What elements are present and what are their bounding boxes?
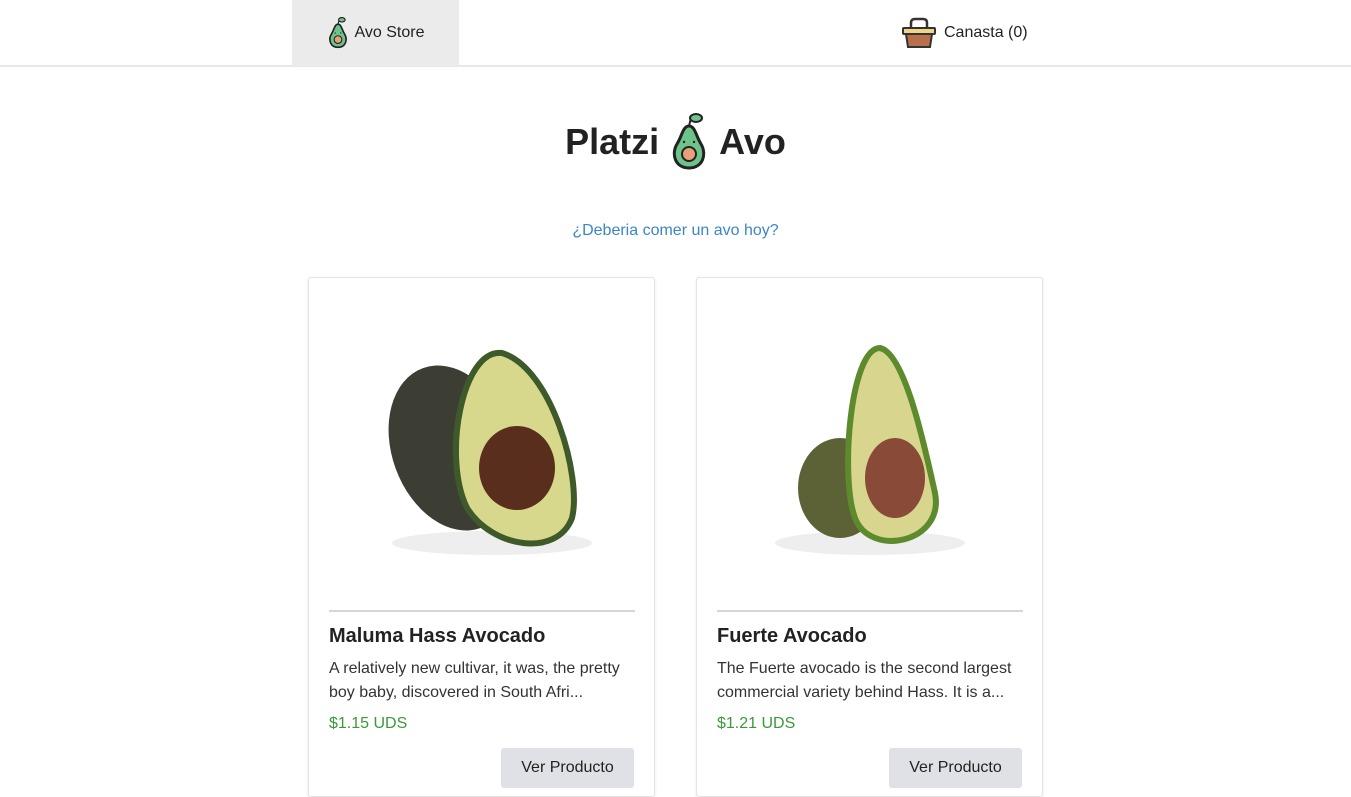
product-name: Fuerte Avocado (717, 625, 867, 647)
nav-home-label: Avo Store (354, 24, 425, 41)
top-nav: Avo Store Canasta (0) (0, 0, 1351, 67)
product-image[interactable] (717, 298, 1023, 598)
divider (717, 610, 1023, 612)
title-left: Platzi (565, 121, 660, 162)
view-product-button[interactable]: Ver Producto (501, 748, 634, 788)
product-price: $1.21 UDS (717, 715, 796, 732)
title-right: Avo (719, 121, 786, 162)
product-price: $1.15 UDS (329, 715, 408, 732)
product-name: Maluma Hass Avocado (329, 625, 546, 647)
nav-cart-label: Canasta (0) (944, 24, 1028, 41)
product-card: Maluma Hass Avocado A relatively new cul… (308, 277, 655, 797)
product-card: Fuerte Avocado The Fuerte avocado is the… (696, 277, 1043, 797)
product-description: A relatively new cultivar, it was, the p… (329, 660, 620, 701)
should-i-eat-avo-link[interactable]: ¿Deberia comer un avo hoy? (0, 222, 1351, 240)
product-description: The Fuerte avocado is the second largest… (717, 660, 1012, 701)
basket-icon (902, 17, 936, 48)
avocado-logo-icon (327, 16, 349, 50)
avocado-logo-icon (669, 112, 709, 172)
product-image[interactable] (329, 298, 635, 598)
page-title: Platzi Avo (0, 112, 1351, 172)
nav-home-link[interactable]: Avo Store (292, 0, 459, 66)
view-product-button[interactable]: Ver Producto (889, 748, 1022, 788)
divider (329, 610, 635, 612)
nav-cart-link[interactable]: Canasta (0) (902, 0, 1028, 66)
